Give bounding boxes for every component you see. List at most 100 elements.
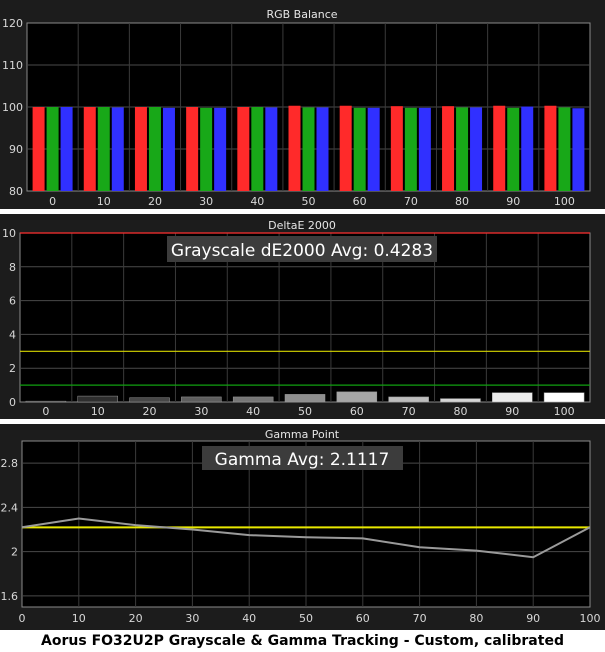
rgb-bar — [302, 107, 315, 191]
deltae-bar — [336, 391, 378, 403]
x-tick-label: 70 — [404, 195, 418, 208]
x-tick-label: 20 — [148, 195, 162, 208]
x-tick-label: 30 — [194, 405, 208, 418]
rgb-bar — [442, 106, 455, 191]
deltae-bar — [77, 395, 118, 403]
x-tick-label: 80 — [469, 612, 483, 625]
rgb-bar — [456, 107, 469, 191]
rgb-bar — [470, 107, 483, 191]
deltae-bar — [181, 396, 222, 403]
x-tick-label: 90 — [505, 405, 519, 418]
rgb-bar — [134, 107, 147, 191]
x-tick-label: 20 — [129, 612, 143, 625]
x-tick-label: 100 — [580, 612, 601, 625]
y-tick-label: 8 — [9, 261, 16, 274]
x-tick-label: 70 — [402, 405, 416, 418]
rgb-bar — [558, 107, 571, 191]
rgb-bar — [265, 107, 278, 191]
deltae-bar — [388, 396, 429, 403]
y-tick-label: 80 — [9, 185, 23, 198]
rgb-balance-chart: RGB Balance 80 90 100 110 120 0 10 20 30 40 50 60 70 8… — [2, 8, 591, 208]
x-tick-label: 100 — [554, 195, 575, 208]
gamma-panel: Gamma Point 1.6 2 2.4 2.8 0 10 20 30 40 50 60 70 80 90… — [0, 424, 605, 630]
annotation-text: Grayscale dE2000 Avg: 0.4283 — [171, 241, 433, 261]
x-tick-label: 40 — [246, 405, 260, 418]
x-tick-label: 30 — [185, 612, 199, 625]
x-tick-label: 50 — [299, 612, 313, 625]
gamma-chart: Gamma Point 1.6 2 2.4 2.8 0 10 20 30 40 50 60 70 80 90… — [1, 428, 601, 625]
y-tick-label: 120 — [2, 17, 23, 30]
x-tick-label: 60 — [353, 195, 367, 208]
y-tick-label: 10 — [2, 227, 16, 240]
deltae-panel: DeltaE 2000 0 2 4 6 8 10 0 10 20 30 40 50 60 70 80 90 100… — [0, 214, 605, 419]
chart-title: Gamma Point — [265, 428, 340, 441]
rgb-bar — [97, 107, 110, 191]
x-tick-label: 60 — [350, 405, 364, 418]
deltae-bar — [232, 396, 274, 403]
x-tick-label: 90 — [526, 612, 540, 625]
y-tick-label: 2 — [9, 362, 16, 375]
rgb-bar — [162, 107, 175, 191]
y-tick-label: 90 — [9, 143, 23, 156]
y-tick-label: 6 — [9, 295, 16, 308]
rgb-bar — [507, 107, 520, 191]
deltae-chart: DeltaE 200002468100 10 20 30 40 50 60 70 80 90 100… — [2, 219, 591, 418]
x-tick-label: 0 — [19, 612, 26, 625]
x-tick-label: 10 — [72, 612, 86, 625]
y-tick-label: 4 — [9, 328, 16, 341]
rgb-bar — [148, 107, 161, 191]
rgb-bar — [251, 107, 264, 191]
deltae-bar — [25, 400, 67, 403]
rgb-bar — [316, 107, 329, 191]
y-tick-label: 100 — [2, 101, 23, 114]
x-tick-label: 100 — [554, 405, 575, 418]
figure-caption: Aorus FO32U2P Grayscale & Gamma Tracking… — [41, 633, 564, 649]
x-tick-label: 0 — [49, 195, 56, 208]
rgb-bar — [544, 105, 557, 191]
x-tick-label: 40 — [242, 612, 256, 625]
rgb-bar — [111, 107, 124, 191]
rgb-bar — [214, 107, 227, 191]
x-tick-label: 10 — [91, 405, 105, 418]
rgb-bar — [186, 107, 199, 191]
rgb-bar — [390, 106, 403, 191]
rgb-bar — [200, 107, 213, 191]
x-tick-label: 50 — [302, 195, 316, 208]
rgb-balance-panel: RGB Balance 80 90 100 110 120 0 10 20 30 40 50 60 70 8… — [0, 0, 605, 209]
y-tick-label: 2.4 — [1, 501, 19, 514]
rgb-bar — [46, 107, 59, 191]
rgb-bar — [404, 107, 417, 191]
rgb-bar — [32, 107, 45, 191]
x-tick-label: 80 — [455, 195, 469, 208]
rgb-bar — [60, 107, 73, 191]
rgb-bar — [367, 107, 380, 191]
rgb-bar — [493, 105, 506, 191]
chart-title: DeltaE 2000 — [268, 219, 336, 232]
rgb-bar — [353, 107, 366, 191]
rgb-bar — [339, 105, 352, 191]
deltae-bar — [492, 392, 533, 403]
y-tick-label: 110 — [2, 59, 23, 72]
x-tick-label: 10 — [97, 195, 111, 208]
y-tick-label: 0 — [9, 396, 16, 409]
y-tick-label: 2.8 — [1, 457, 19, 470]
deltae-bar — [543, 392, 585, 403]
chart-title: RGB Balance — [266, 8, 337, 21]
y-tick-label: 2 — [11, 546, 18, 559]
x-tick-label: 60 — [356, 612, 370, 625]
x-tick-label: 40 — [250, 195, 264, 208]
x-tick-label: 20 — [143, 405, 157, 418]
rgb-bar — [572, 108, 585, 191]
deltae-bar — [440, 398, 481, 403]
rgb-bar — [237, 107, 250, 191]
x-tick-label: 50 — [298, 405, 312, 418]
deltae-bar — [284, 394, 326, 403]
y-tick-label: 1.6 — [1, 590, 19, 603]
deltae-bar — [129, 397, 170, 403]
annotation-text: Gamma Avg: 2.1117 — [215, 450, 390, 470]
x-tick-label: 90 — [506, 195, 520, 208]
x-tick-label: 0 — [42, 405, 49, 418]
rgb-bar — [83, 107, 96, 191]
rgb-bar — [521, 106, 534, 191]
rgb-bar — [288, 105, 301, 191]
